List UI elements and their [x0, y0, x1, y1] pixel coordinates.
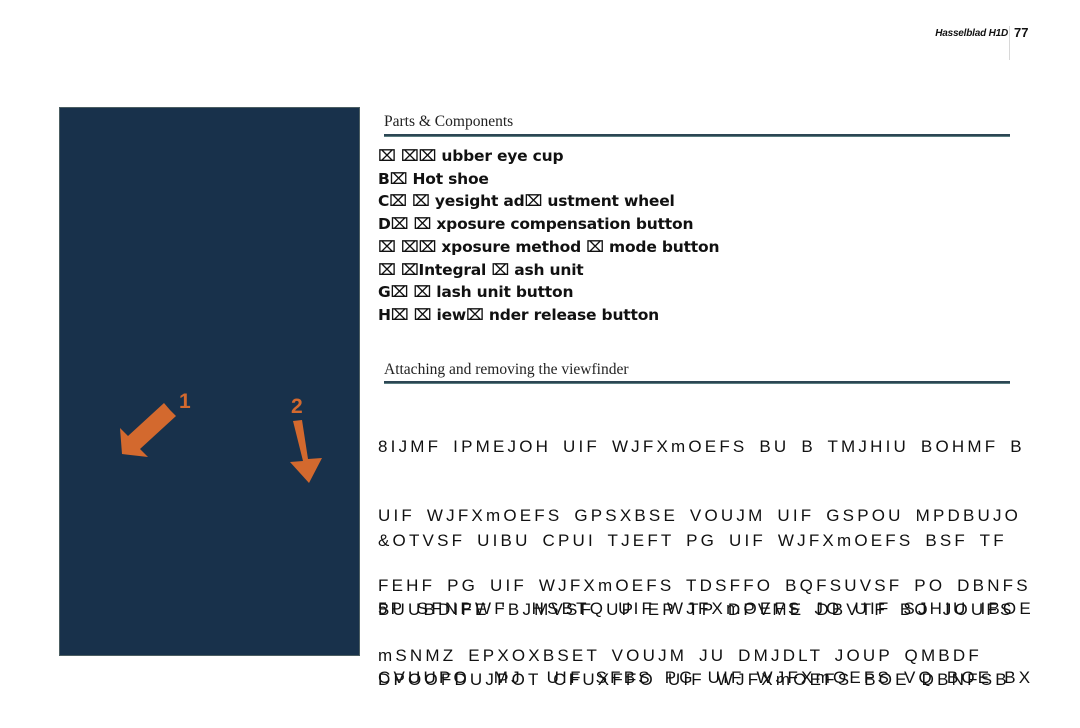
parts-list-item: B⌧ Hot shoe	[378, 169, 489, 188]
running-head-divider	[1009, 26, 1010, 60]
callout-label-1: 1	[179, 390, 191, 413]
running-head-brand: Hasselblad H1D	[935, 28, 1008, 39]
figure-illustration: 1 2	[120, 390, 322, 483]
parts-list-item: G⌧ ⌧ lash unit button	[378, 283, 574, 302]
paragraph-line: &OTVSF UIBU CPUI TJEFT PG UIF WJFXmOEFS …	[378, 530, 1007, 550]
arrow-down-icon	[290, 420, 322, 483]
viewfinder-paragraph-3: 5P SFNPWF HSBTQ UIF WJFXmOEFS JO UIF SJH…	[378, 550, 1034, 713]
viewfinder-section-heading: Attaching and removing the viewfinder	[384, 361, 629, 378]
arrow-down-left-icon	[120, 403, 176, 457]
paragraph-line: 5P SFNPWF HSBTQ UIF WJFXmOEFS JO UIF SJH…	[378, 598, 1034, 618]
paragraph-line: CVUUPO MJ UIF SFBS PG UIF WJFXmOEFS VQ B…	[378, 668, 1034, 688]
paragraph-line: 8IJMF IPMEJOH UIF WJFXmOEFS BU B TMJHIU …	[378, 436, 1025, 456]
parts-section-heading: Parts & Components	[384, 113, 514, 130]
callout-label-2: 2	[291, 395, 303, 418]
figure-panel: 1 2	[59, 107, 360, 656]
parts-section-header: Parts & Components	[384, 113, 513, 131]
parts-list-item: ⌧ ⌧⌧ ubber eye cup	[378, 147, 564, 165]
running-head: Hasselblad H1D 77	[900, 25, 1034, 60]
parts-list: ⌧ ⌧⌧ ubber eye cup B⌧ Hot shoe C⌧ ⌧ yesi…	[378, 145, 719, 327]
parts-list-item: C⌧ ⌧ yesight ad⌧ ustment wheel	[378, 192, 675, 211]
parts-section-rule	[384, 134, 1010, 137]
parts-list-item: D⌧ ⌧ xposure compensation button	[378, 215, 694, 234]
parts-list-item: ⌧ ⌧⌧ xposure method ⌧ mode button	[378, 237, 720, 256]
parts-list-item: ⌧ ⌧Integral ⌧ ash unit	[378, 260, 584, 279]
parts-list-item: H⌧ ⌧ iew⌧ nder release button	[378, 305, 659, 324]
viewfinder-section-rule	[384, 381, 1010, 384]
page-number: 77	[1014, 25, 1029, 40]
viewfinder-section-header: Attaching and removing the viewfinder	[384, 361, 628, 379]
